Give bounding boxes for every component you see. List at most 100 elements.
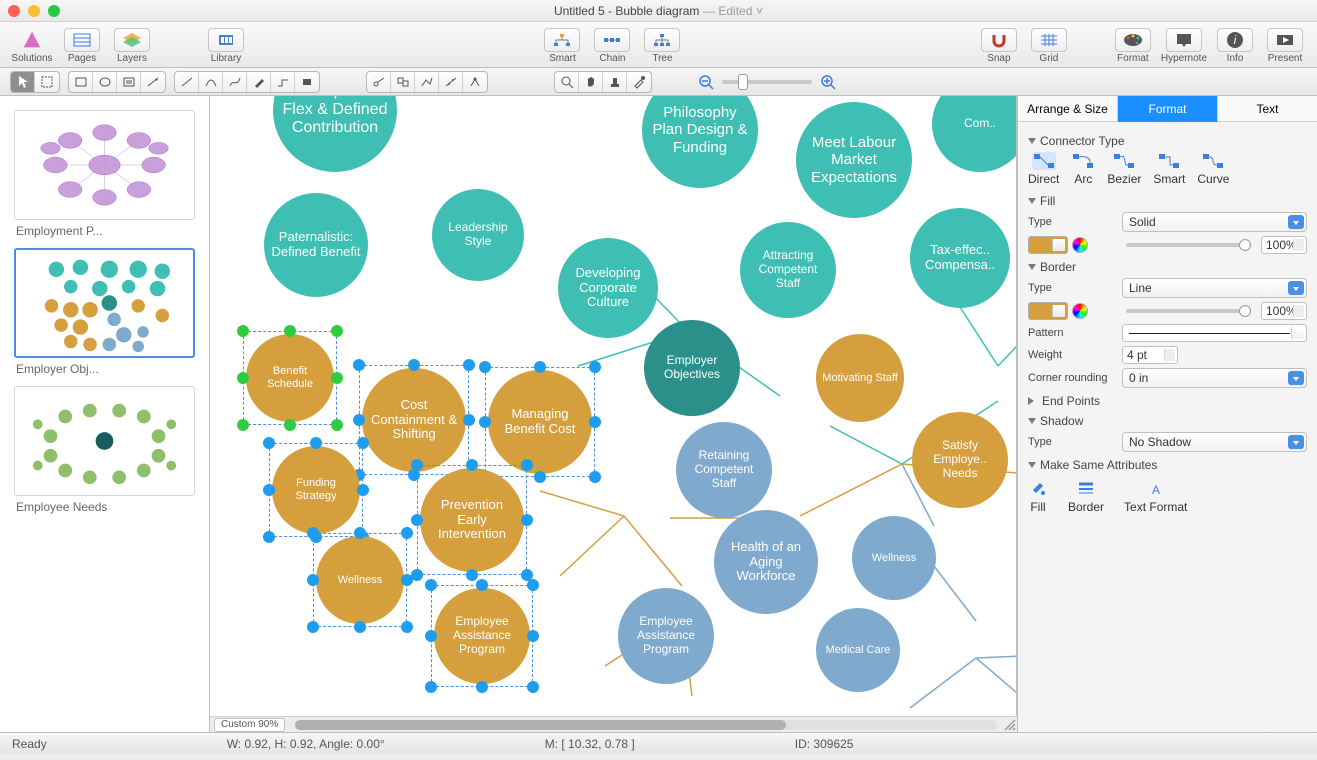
- connector-smart[interactable]: Smart: [1153, 152, 1185, 186]
- select-tools[interactable]: [10, 71, 60, 93]
- edit-tool-3-icon[interactable]: [415, 72, 439, 92]
- zoom-in-icon[interactable]: [820, 74, 836, 90]
- segment-tool-icon[interactable]: [271, 72, 295, 92]
- library-button[interactable]: Library: [204, 28, 248, 64]
- bucket-tool-icon[interactable]: [295, 72, 319, 92]
- bubble-node[interactable]: Wellness: [852, 516, 936, 600]
- format-button[interactable]: Format: [1111, 28, 1155, 64]
- smart-tree-button[interactable]: Smart: [540, 28, 584, 64]
- fill-opacity-slider[interactable]: [1126, 243, 1251, 247]
- stamp-icon[interactable]: [603, 72, 627, 92]
- section-border[interactable]: Border: [1028, 260, 1307, 274]
- border-weight-input[interactable]: 4 pt: [1122, 346, 1178, 364]
- same-fill-button[interactable]: Fill: [1028, 478, 1048, 514]
- grid-button[interactable]: Grid: [1027, 28, 1071, 64]
- horizontal-scrollbar[interactable]: [295, 720, 997, 730]
- tab-text[interactable]: Text: [1218, 96, 1317, 122]
- zoom-out-icon[interactable]: [698, 74, 714, 90]
- solutions-button[interactable]: Solutions: [10, 28, 54, 64]
- pen-tool-icon[interactable]: [247, 72, 271, 92]
- border-opacity-slider[interactable]: [1126, 309, 1251, 313]
- arc-conn-icon[interactable]: [199, 72, 223, 92]
- canvas[interactable]: Participative: Flex & Defined Contributi…: [210, 96, 1017, 716]
- text-tool-icon[interactable]: [117, 72, 141, 92]
- bubble-node[interactable]: Leadership Style: [432, 189, 524, 281]
- view-tools[interactable]: [554, 71, 652, 93]
- bubble-node[interactable]: Participative: Flex & Defined Contributi…: [273, 96, 397, 172]
- bubble-node[interactable]: Health of an Aging Workforce: [714, 510, 818, 614]
- section-shadow[interactable]: Shadow: [1028, 414, 1307, 428]
- pointer-tool-icon[interactable]: [11, 72, 35, 92]
- bubble-node[interactable]: Managing Benefit Cost: [488, 370, 592, 474]
- bubble-node[interactable]: Com..: [932, 96, 1017, 172]
- connector-curve[interactable]: Curve: [1197, 152, 1229, 186]
- edit-tool-2-icon[interactable]: [391, 72, 415, 92]
- zoom-slider[interactable]: [722, 80, 812, 84]
- bubble-node[interactable]: Employee Assistance Program: [434, 588, 530, 684]
- line-tool-icon[interactable]: [141, 72, 165, 92]
- connector-arc[interactable]: Arc: [1071, 152, 1095, 186]
- fill-type-select[interactable]: Solid: [1122, 212, 1307, 232]
- bubble-node[interactable]: Cost Containment & Shifting: [362, 368, 466, 472]
- border-color-swatch[interactable]: [1028, 302, 1068, 320]
- hypernote-button[interactable]: Hypernote: [1161, 28, 1207, 64]
- minimize-icon[interactable]: [28, 5, 40, 17]
- resize-corner-icon[interactable]: [1003, 718, 1017, 732]
- shape-tools[interactable]: [68, 71, 166, 93]
- shadow-type-select[interactable]: No Shadow: [1122, 432, 1307, 452]
- hand-icon[interactable]: [579, 72, 603, 92]
- border-type-select[interactable]: Line: [1122, 278, 1307, 298]
- edit-tool-1-icon[interactable]: [367, 72, 391, 92]
- fill-color-swatch[interactable]: [1028, 236, 1068, 254]
- marquee-tool-icon[interactable]: [35, 72, 59, 92]
- section-same-attrs[interactable]: Make Same Attributes: [1028, 458, 1307, 472]
- tab-arrange[interactable]: Arrange & Size: [1018, 96, 1118, 122]
- same-text-button[interactable]: AText Format: [1124, 478, 1187, 514]
- border-pattern-select[interactable]: [1122, 324, 1307, 342]
- curve-conn-icon[interactable]: [223, 72, 247, 92]
- edit-tools[interactable]: [366, 71, 488, 93]
- bubble-node[interactable]: Developing Corporate Culture: [558, 238, 658, 338]
- section-endpoints[interactable]: End Points: [1028, 394, 1307, 408]
- pages-button[interactable]: Pages: [60, 28, 104, 64]
- corner-rounding-select[interactable]: 0 in: [1122, 368, 1307, 388]
- border-color-wheel-icon[interactable]: [1072, 303, 1088, 319]
- section-connector[interactable]: Connector Type: [1028, 134, 1307, 148]
- ellipse-tool-icon[interactable]: [93, 72, 117, 92]
- tab-format[interactable]: Format: [1118, 96, 1218, 122]
- bubble-node[interactable]: Benefit Schedule: [246, 334, 334, 422]
- layers-button[interactable]: Layers: [110, 28, 154, 64]
- bubble-node[interactable]: Wellness: [316, 536, 404, 624]
- close-icon[interactable]: [8, 5, 20, 17]
- bubble-node[interactable]: Prevention Early Intervention: [420, 468, 524, 572]
- bubble-node[interactable]: Satisfy Employe.. Needs: [912, 412, 1008, 508]
- bubble-node[interactable]: Paternalistic: Defined Benefit: [264, 193, 368, 297]
- eyedropper-icon[interactable]: [627, 72, 651, 92]
- bubble-node[interactable]: Philosophy Plan Design & Funding: [642, 96, 758, 188]
- bubble-node[interactable]: Employer Objectives: [644, 320, 740, 416]
- connector-bezier[interactable]: Bezier: [1107, 152, 1141, 186]
- rect-tool-icon[interactable]: [69, 72, 93, 92]
- connector-direct[interactable]: Direct: [1028, 152, 1059, 186]
- edit-tool-4-icon[interactable]: [439, 72, 463, 92]
- title-chevron-icon[interactable]: ˅: [756, 4, 763, 18]
- connector-tools[interactable]: [174, 71, 320, 93]
- same-border-button[interactable]: Border: [1068, 478, 1104, 514]
- border-opacity-input[interactable]: 100%: [1261, 302, 1307, 320]
- page-thumb-2[interactable]: [14, 386, 195, 496]
- fill-color-wheel-icon[interactable]: [1072, 237, 1088, 253]
- magnify-icon[interactable]: [555, 72, 579, 92]
- page-thumb-1[interactable]: [14, 248, 195, 358]
- direct-conn-icon[interactable]: [175, 72, 199, 92]
- edit-tool-5-icon[interactable]: [463, 72, 487, 92]
- bubble-node[interactable]: Funding Strategy: [272, 446, 360, 534]
- bubble-node[interactable]: Employee Assistance Program: [618, 588, 714, 684]
- section-fill[interactable]: Fill: [1028, 194, 1307, 208]
- bubble-node[interactable]: Meet Labour Market Expectations: [796, 102, 912, 218]
- bubble-node[interactable]: Attracting Competent Staff: [740, 222, 836, 318]
- bubble-node[interactable]: Tax-effec.. Compensa..: [910, 208, 1010, 308]
- tree-button[interactable]: Tree: [640, 28, 684, 64]
- present-button[interactable]: Present: [1263, 28, 1307, 64]
- snap-button[interactable]: Snap: [977, 28, 1021, 64]
- page-thumb-0[interactable]: [14, 110, 195, 220]
